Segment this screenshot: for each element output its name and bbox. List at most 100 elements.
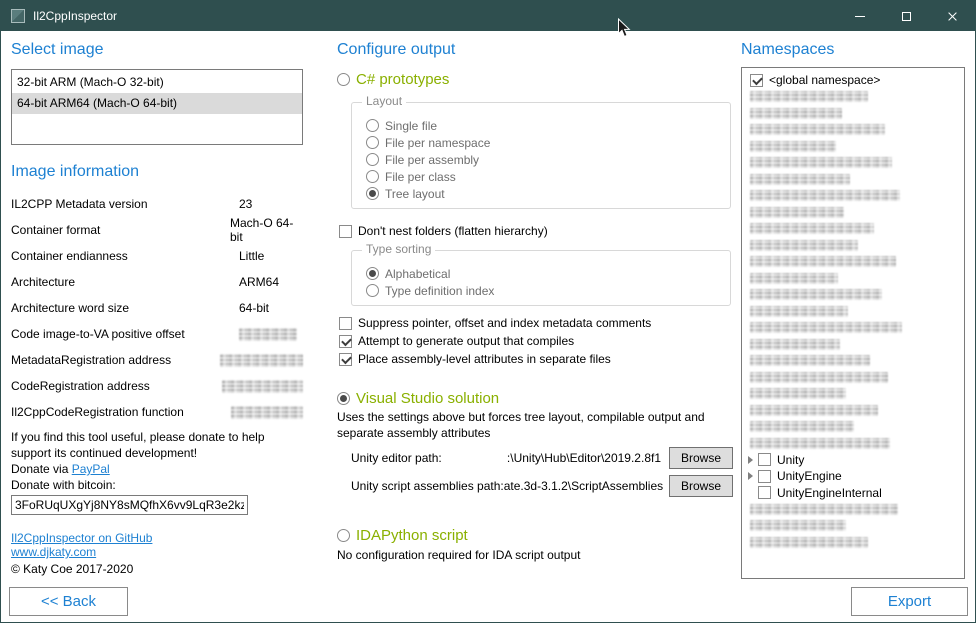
namespace-item-redacted[interactable]: [742, 336, 964, 353]
namespace-item-redacted[interactable]: [742, 171, 964, 188]
redacted-namespace: [750, 190, 900, 201]
namespace-item-redacted[interactable]: [742, 270, 964, 287]
namespace-item-redacted[interactable]: [742, 105, 964, 122]
namespace-item-redacted[interactable]: [742, 419, 964, 436]
maximize-button[interactable]: [883, 1, 929, 31]
redacted-namespace: [750, 421, 854, 432]
export-button[interactable]: Export: [851, 587, 968, 616]
namespaces-panel: Namespaces <global namespace>UnityUnityE…: [741, 39, 969, 579]
radio-option[interactable]: File per namespace: [366, 134, 730, 151]
unity-editor-path-row: Unity editor path: :\Unity\Hub\Editor\20…: [351, 447, 733, 469]
checkbox-option[interactable]: Suppress pointer, offset and index metad…: [339, 314, 733, 332]
redacted-namespace: [750, 256, 896, 267]
info-row: Container formatMach-O 64-bit: [11, 217, 303, 243]
type-sorting-groupbox: Type sorting AlphabeticalType definition…: [351, 250, 731, 306]
namespace-item-redacted[interactable]: [742, 303, 964, 320]
namespace-item-redacted[interactable]: [742, 320, 964, 337]
checkbox-icon[interactable]: [758, 470, 771, 483]
radio-option[interactable]: File per assembly: [366, 151, 730, 168]
namespace-item-redacted[interactable]: [742, 386, 964, 403]
radio-option[interactable]: Alphabetical: [366, 265, 730, 282]
checkbox-label: Suppress pointer, offset and index metad…: [358, 316, 651, 330]
namespace-item[interactable]: <global namespace>: [742, 72, 964, 89]
radio-icon: [366, 170, 379, 183]
titlebar[interactable]: Il2CppInspector: [1, 1, 975, 31]
checkbox-option[interactable]: Attempt to generate output that compiles: [339, 332, 733, 350]
bitcoin-address-input[interactable]: [11, 495, 248, 515]
checkbox-option[interactable]: Place assembly-level attributes in separ…: [339, 350, 733, 368]
unity-script-path-value[interactable]: ate.3d-3.1.2\ScriptAssemblies: [504, 479, 669, 493]
image-list-item[interactable]: 32-bit ARM (Mach-O 32-bit): [12, 72, 302, 93]
radio-icon: [366, 119, 379, 132]
info-row: Code image-to-VA positive offset: [11, 321, 303, 347]
browse-editor-path-button[interactable]: Browse: [669, 447, 733, 469]
visual-studio-radio[interactable]: Visual Studio solution: [337, 390, 733, 407]
radio-icon: [366, 284, 379, 297]
copyright-text: © Katy Coe 2017-2020: [11, 561, 303, 577]
namespace-list[interactable]: <global namespace> UnityUnityEngineUnityE…: [741, 67, 965, 579]
redacted-namespace: [750, 520, 846, 531]
namespace-item-redacted[interactable]: [742, 369, 964, 386]
redacted-namespace: [750, 289, 882, 300]
sorting-options: AlphabeticalType definition index: [366, 265, 730, 299]
radio-icon: [337, 529, 350, 542]
unity-editor-path-value[interactable]: :\Unity\Hub\Editor\2019.2.8f1: [442, 451, 669, 465]
namespace-item[interactable]: UnityEngine: [742, 468, 964, 485]
info-row: Il2CppCodeRegistration function: [11, 399, 303, 425]
namespace-item-redacted[interactable]: [742, 287, 964, 304]
unity-editor-path-label: Unity editor path:: [351, 451, 442, 465]
checkbox-icon[interactable]: [758, 453, 771, 466]
namespace-item-redacted[interactable]: [742, 518, 964, 535]
namespace-item-redacted[interactable]: [742, 237, 964, 254]
radio-option[interactable]: Type definition index: [366, 282, 730, 299]
info-label: Il2CppCodeRegistration function: [11, 405, 231, 419]
expander-icon[interactable]: [748, 456, 753, 464]
redacted-namespace: [750, 372, 888, 383]
namespace-item[interactable]: UnityEngineInternal: [742, 485, 964, 502]
donate-text: If you find this tool useful, please don…: [11, 429, 301, 461]
image-list[interactable]: 32-bit ARM (Mach-O 32-bit)64-bit ARM64 (…: [11, 69, 303, 145]
namespace-item-redacted[interactable]: [742, 353, 964, 370]
radio-option[interactable]: Single file: [366, 117, 730, 134]
namespace-item-redacted[interactable]: [742, 435, 964, 452]
radio-option[interactable]: File per class: [366, 168, 730, 185]
github-link[interactable]: Il2CppInspector on GitHub: [11, 531, 303, 545]
close-icon: [947, 11, 958, 22]
namespace-item-redacted[interactable]: [742, 122, 964, 139]
namespace-item-redacted[interactable]: [742, 188, 964, 205]
browse-script-path-button[interactable]: Browse: [669, 475, 733, 497]
redacted-namespace: [750, 388, 846, 399]
image-list-item[interactable]: 64-bit ARM64 (Mach-O 64-bit): [12, 93, 302, 114]
close-button[interactable]: [929, 1, 975, 31]
namespace-item-redacted[interactable]: [742, 89, 964, 106]
redacted-namespace: [750, 108, 842, 119]
visual-studio-description: Uses the settings above but forces tree …: [337, 409, 729, 441]
radio-option[interactable]: Tree layout: [366, 185, 730, 202]
checkbox-icon[interactable]: [750, 74, 763, 87]
idapython-radio[interactable]: IDAPython script: [337, 527, 733, 544]
csharp-prototypes-radio[interactable]: C# prototypes: [337, 71, 733, 88]
namespace-item-redacted[interactable]: [742, 138, 964, 155]
redacted-namespace: [750, 273, 838, 284]
namespace-item-redacted[interactable]: [742, 155, 964, 172]
website-link[interactable]: www.djkaty.com: [11, 545, 303, 559]
namespace-item[interactable]: Unity: [742, 452, 964, 469]
left-panel: Select image 32-bit ARM (Mach-O 32-bit)6…: [11, 39, 303, 577]
flatten-checkbox-row[interactable]: Don't nest folders (flatten hierarchy): [339, 222, 733, 240]
info-value: Little: [239, 249, 264, 263]
minimize-button[interactable]: [837, 1, 883, 31]
namespace-item-redacted[interactable]: [742, 204, 964, 221]
expander-icon[interactable]: [748, 472, 753, 480]
namespace-item-redacted[interactable]: [742, 534, 964, 551]
radio-label: Alphabetical: [385, 267, 450, 281]
namespace-item-redacted[interactable]: [742, 221, 964, 238]
main-content: Select image 32-bit ARM (Mach-O 32-bit)6…: [1, 31, 975, 623]
namespace-label: Unity: [777, 453, 804, 467]
back-button[interactable]: << Back: [9, 587, 128, 616]
namespace-item-redacted[interactable]: [742, 501, 964, 518]
radio-icon: [337, 392, 350, 405]
paypal-link[interactable]: PayPal: [72, 461, 110, 477]
namespace-item-redacted[interactable]: [742, 402, 964, 419]
namespace-item-redacted[interactable]: [742, 254, 964, 271]
checkbox-icon[interactable]: [758, 486, 771, 499]
